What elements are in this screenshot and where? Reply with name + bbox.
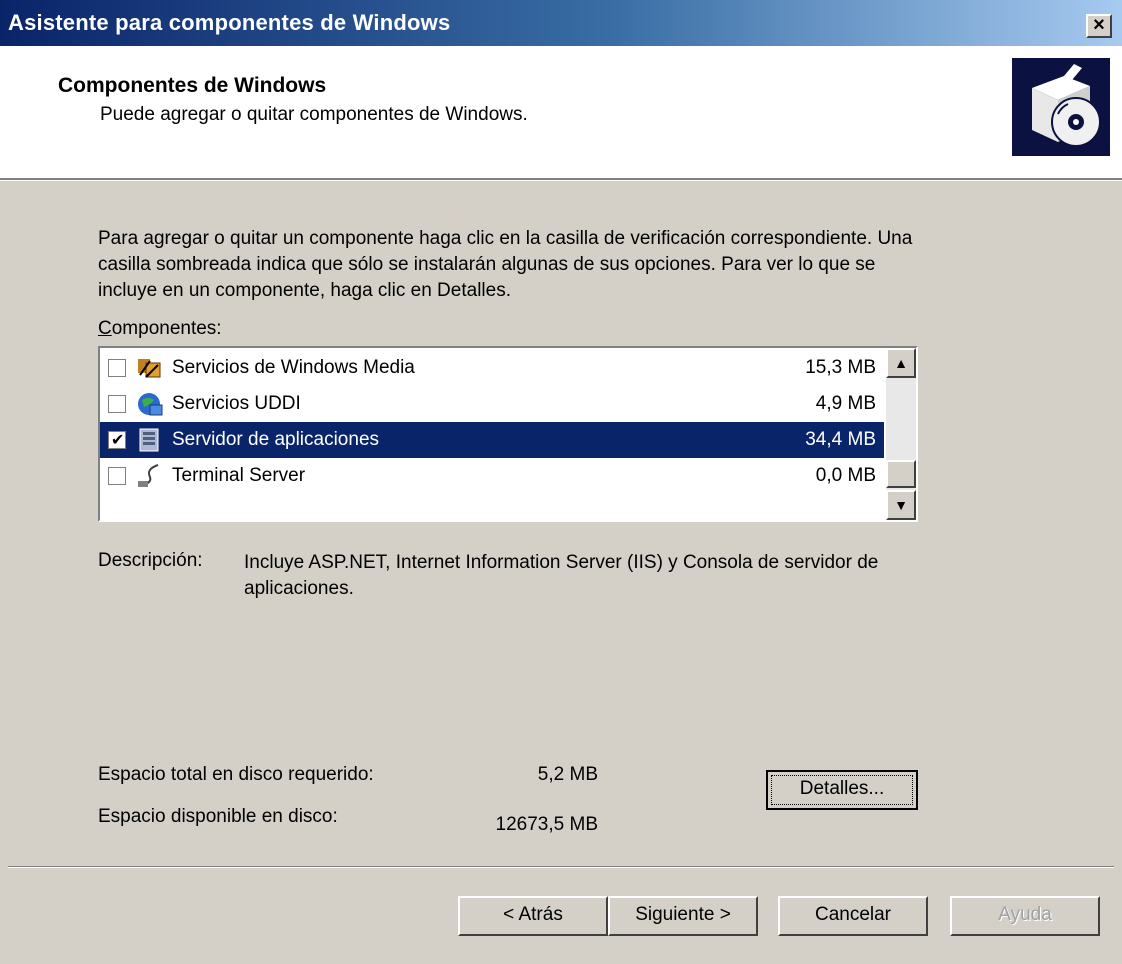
component-size: 34,4 MB xyxy=(805,429,876,450)
list-item[interactable]: ✔ Servidor de aplicaciones 34,4 MB xyxy=(100,422,884,458)
component-checkbox[interactable]: ✔ xyxy=(108,431,126,449)
scroll-thumb[interactable] xyxy=(886,460,916,488)
scroll-up-button[interactable]: ▲ xyxy=(886,348,916,378)
title-bar[interactable]: Asistente para componentes de Windows × xyxy=(0,0,1122,46)
required-space-value: 5,2 MB xyxy=(537,764,598,785)
list-item[interactable]: Terminal Server 0,0 MB xyxy=(100,458,884,494)
component-name: Servidor de aplicaciones xyxy=(172,429,380,450)
page-subtitle: Puede agregar o quitar componentes de Wi… xyxy=(100,104,528,125)
component-checkbox[interactable] xyxy=(108,359,126,377)
components-label: Componentes: xyxy=(98,318,222,339)
cancel-button[interactable]: Cancelar xyxy=(778,896,928,936)
help-button[interactable]: Ayuda xyxy=(950,896,1100,936)
page-title: Componentes de Windows xyxy=(58,74,327,97)
uddi-globe-icon xyxy=(136,391,164,417)
details-button[interactable]: Detalles... xyxy=(766,770,918,810)
component-name: Servicios de Windows Media xyxy=(172,357,415,378)
next-button[interactable]: Siguiente > xyxy=(608,896,758,936)
component-size: 0,0 MB xyxy=(815,465,876,486)
available-space-value: 12673,5 MB xyxy=(495,814,598,835)
list-item[interactable]: Servicios UDDI 4,9 MB xyxy=(100,386,884,422)
components-list[interactable]: Servicios de Windows Media 15,3 MB Servi… xyxy=(98,346,918,522)
scroll-down-button[interactable]: ▼ xyxy=(886,490,916,520)
wizard-header: Componentes de Windows Puede agregar o q… xyxy=(0,46,1122,180)
list-scrollbar[interactable]: ▲ ▼ xyxy=(886,348,916,520)
list-item[interactable]: Servicios de Windows Media 15,3 MB xyxy=(100,350,884,386)
windows-components-box-icon xyxy=(1012,58,1110,156)
checkmark-icon: ✔ xyxy=(111,432,125,449)
window-title: Asistente para componentes de Windows xyxy=(8,10,451,35)
component-name: Terminal Server xyxy=(172,465,306,486)
app-server-icon xyxy=(136,427,164,453)
description-text: Incluye ASP.NET, Internet Information Se… xyxy=(244,552,879,599)
component-checkbox[interactable] xyxy=(108,395,126,413)
terminal-server-icon xyxy=(136,463,164,489)
component-checkbox[interactable] xyxy=(108,467,126,485)
component-size: 4,9 MB xyxy=(815,393,876,414)
component-name: Servicios UDDI xyxy=(172,393,301,414)
required-space-label: Espacio total en disco requerido: xyxy=(98,764,374,785)
back-button[interactable]: < Atrás xyxy=(458,896,608,936)
instructions-text: Para agregar o quitar un componente haga… xyxy=(98,228,913,301)
available-space-label: Espacio disponible en disco: xyxy=(98,806,338,827)
description-label: Descripción: xyxy=(98,550,203,571)
media-services-icon xyxy=(136,355,164,381)
footer-divider xyxy=(8,866,1114,868)
component-size: 15,3 MB xyxy=(805,357,876,378)
wizard-window: Asistente para componentes de Windows × … xyxy=(0,0,1122,964)
header-divider xyxy=(0,180,1122,181)
close-button[interactable]: × xyxy=(1086,14,1112,38)
